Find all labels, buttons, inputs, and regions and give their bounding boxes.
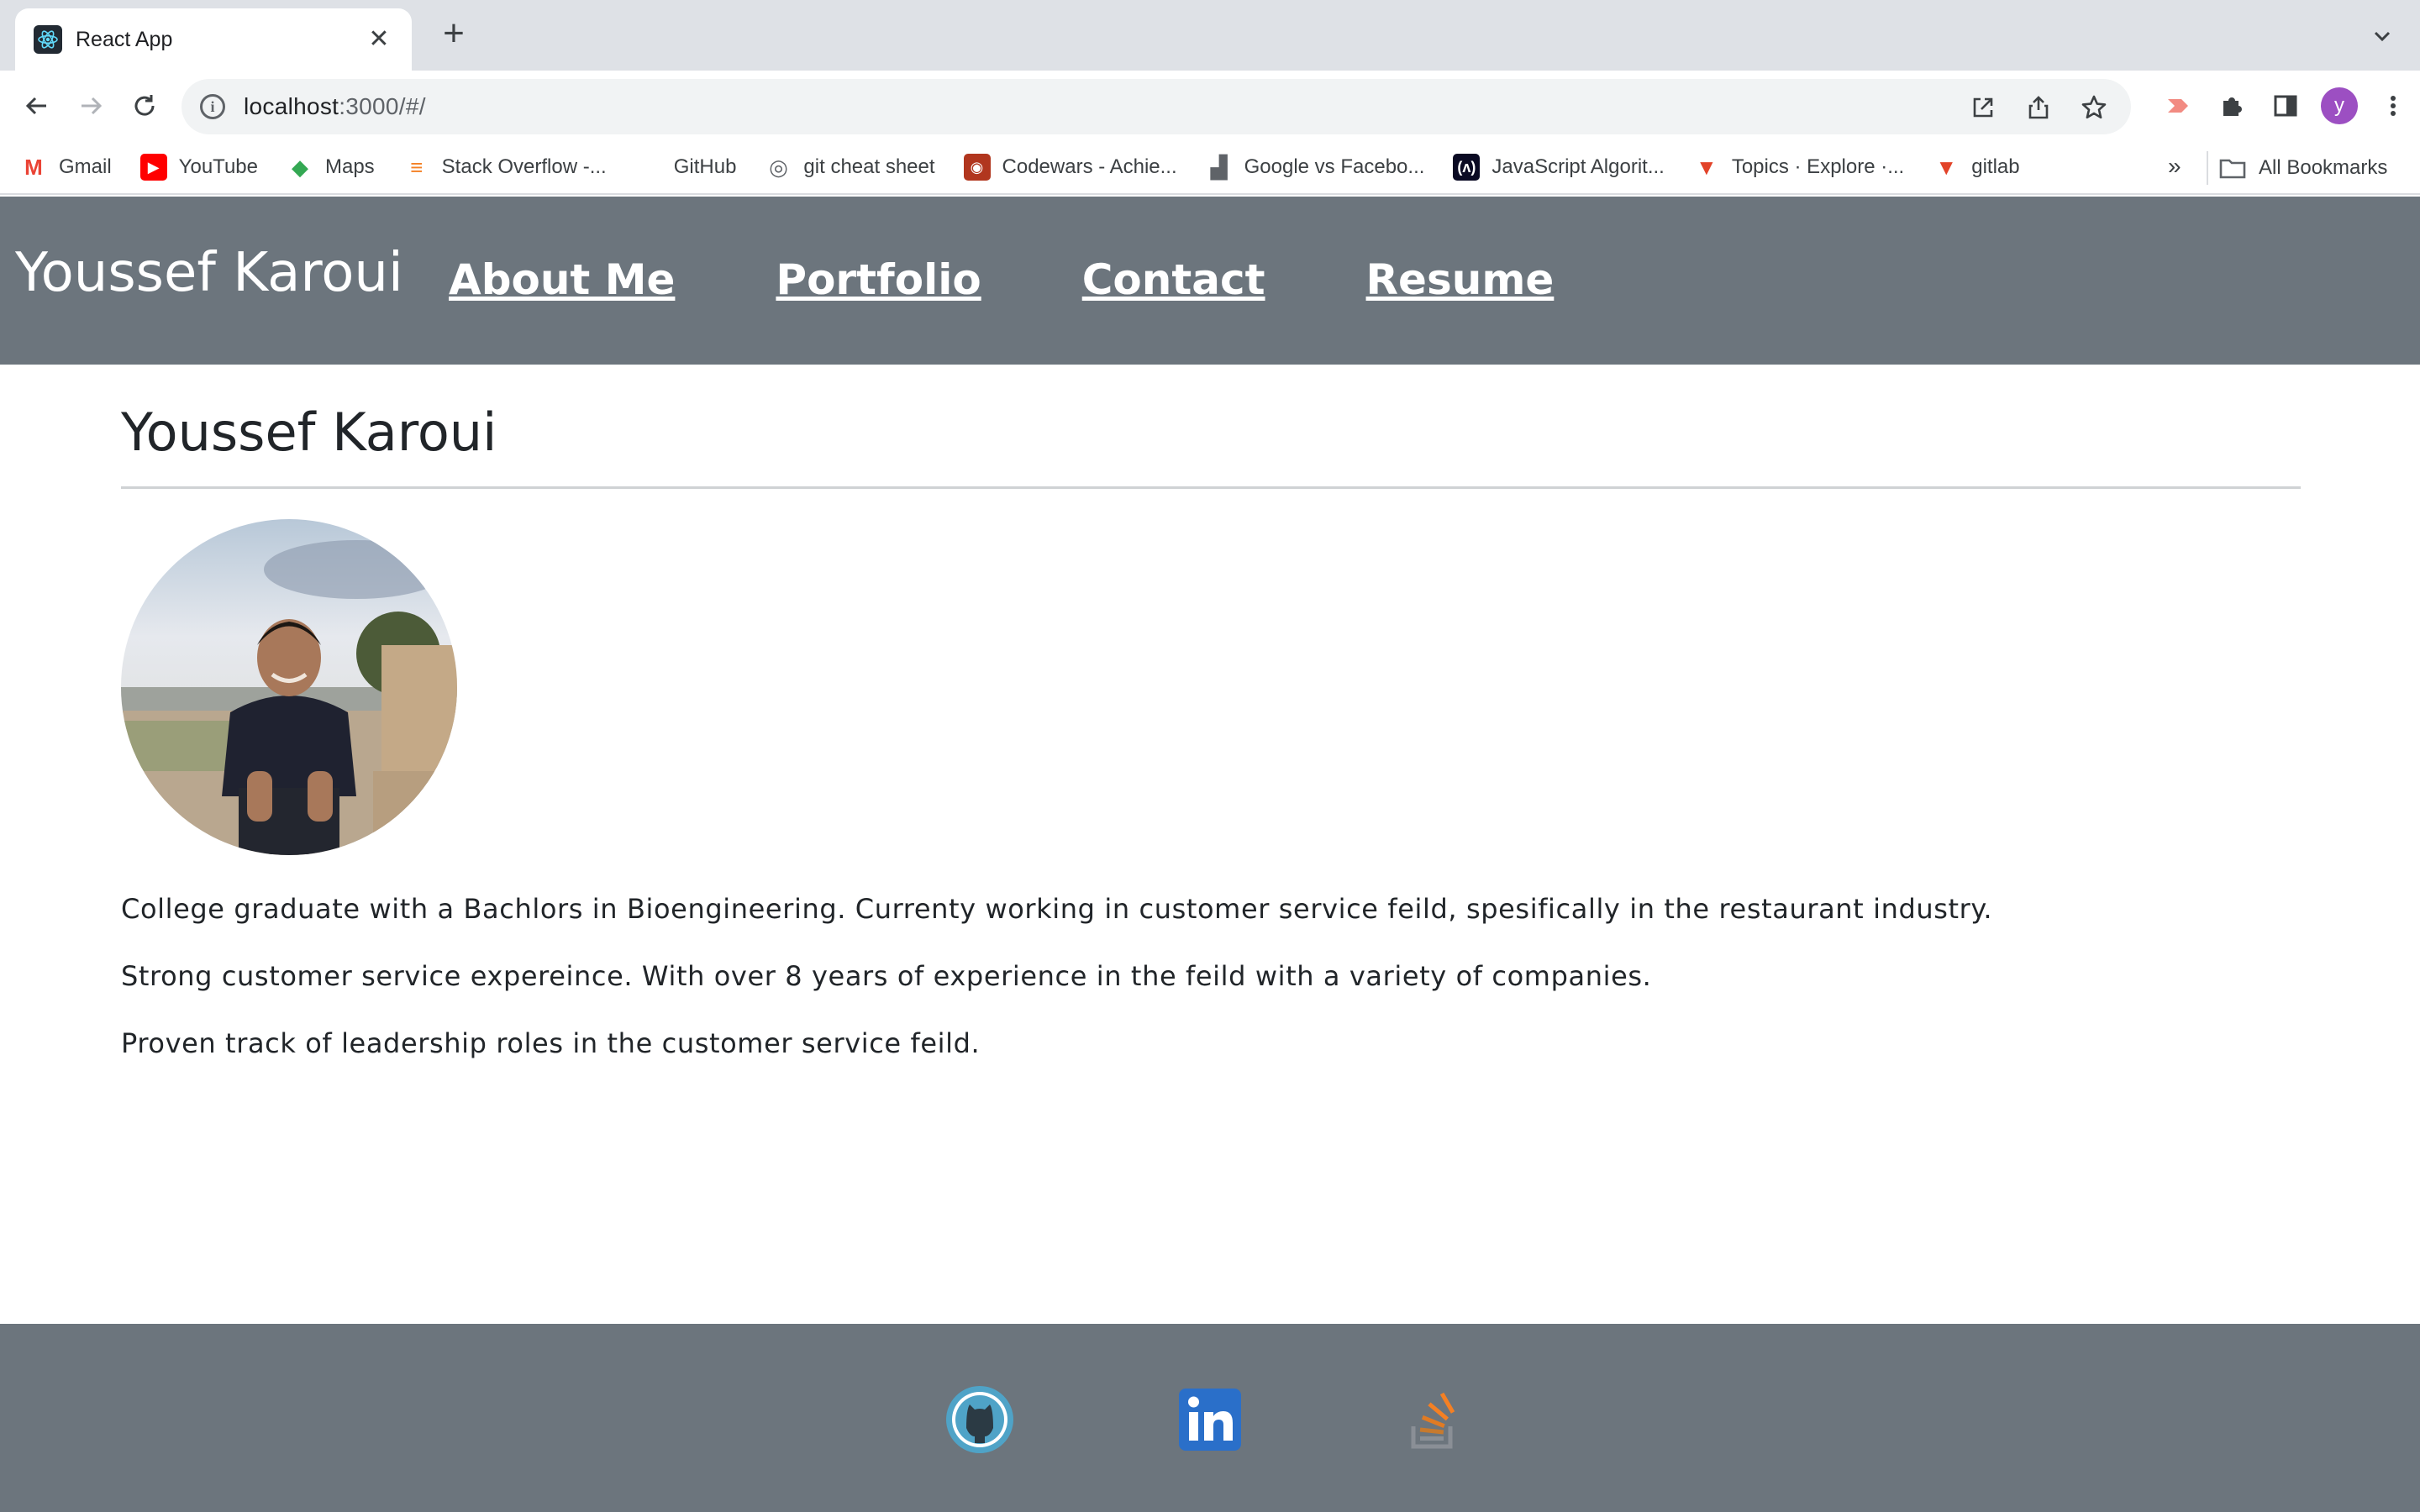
bookmarks-overflow-button[interactable]: » (2168, 153, 2181, 180)
url-text: localhost:3000/#/ (244, 93, 426, 120)
bookmark-label: Stack Overflow -... (441, 155, 607, 178)
url-path: :3000/#/ (339, 93, 426, 119)
bookmark-label: Gmail (59, 155, 112, 178)
bookmark-item[interactable]: ▶ YouTube (139, 154, 258, 181)
gitlab-icon: ▼ (1695, 154, 1718, 180)
title-divider (121, 486, 2301, 489)
all-bookmarks-label: All Bookmarks (2259, 156, 2388, 179)
codewars-icon: ◉ (963, 154, 991, 181)
page-title: Youssef Karoui (121, 402, 497, 463)
all-bookmarks-button[interactable]: All Bookmarks (2218, 141, 2387, 195)
bio: College graduate with a Bachlors in Bioe… (121, 875, 2301, 1077)
github-icon[interactable] (944, 1384, 1015, 1455)
linkedin-icon[interactable] (1175, 1384, 1245, 1455)
extension-cast-icon[interactable] (2151, 79, 2205, 133)
bookmarks-bar: M Gmail ▶ YouTube ◆ Maps ≡ Stack Overflow -... G… (0, 141, 2420, 195)
bookmark-label: git cheat sheet (803, 155, 935, 178)
bookmark-item[interactable]: (ʌ) JavaScript Algorit... (1453, 154, 1665, 181)
forward-icon[interactable] (71, 86, 111, 126)
site-header: Youssef Karoui About Me Portfolio Contac… (0, 197, 2420, 365)
chevron-down-icon[interactable] (2368, 22, 2396, 50)
gmail-icon: M (24, 154, 43, 180)
close-icon[interactable]: ✕ (365, 25, 393, 54)
reload-icon[interactable] (124, 86, 165, 126)
bookmark-item[interactable]: ◉ Codewars - Achie... (963, 154, 1177, 181)
address-bar[interactable]: i localhost:3000/#/ (182, 79, 2131, 134)
bio-paragraph: College graduate with a Bachlors in Bioe… (121, 893, 1993, 925)
bookmark-label: Maps (324, 155, 375, 178)
stackoverflow-icon[interactable] (1400, 1384, 1470, 1455)
chart-icon: ▟ (1210, 154, 1228, 180)
nav-portfolio[interactable]: Portfolio (776, 255, 981, 304)
bookmark-item[interactable]: ◆ Maps (287, 154, 375, 181)
main-content: Youssef Karoui College graduate with a B… (121, 365, 2301, 1077)
tab-strip: React App ✕ + (0, 0, 2420, 71)
bookmark-item[interactable]: ▟ Google vs Facebo... (1206, 154, 1425, 181)
bookmarks-divider (2207, 151, 2208, 185)
star-icon[interactable] (2075, 89, 2112, 126)
bio-paragraph: Strong customer service expereince. With… (121, 960, 1652, 992)
tab-react-app[interactable]: React App ✕ (15, 8, 412, 71)
site-footer (0, 1324, 2420, 1512)
browser-toolbar: i localhost:3000/#/ y (0, 71, 2420, 141)
bio-paragraph: Proven track of leadership roles in the … (121, 1027, 981, 1059)
bookmark-label: Topics · Explore ·... (1731, 155, 1905, 178)
youtube-icon: ▶ (139, 154, 167, 181)
bookmark-label: gitlab (1971, 155, 2020, 178)
bookmark-item[interactable]: ▼ Topics · Explore ·... (1693, 154, 1904, 181)
url-host: localhost (244, 93, 339, 119)
share-icon[interactable] (2020, 89, 2057, 126)
extensions-puzzle-icon[interactable] (2205, 79, 2259, 133)
profile-photo (121, 519, 457, 855)
bookmark-item[interactable]: ◎ git cheat sheet (765, 154, 934, 181)
bookmark-item[interactable]: ≡ Stack Overflow -... (403, 154, 607, 181)
nav-resume[interactable]: Resume (1366, 255, 1555, 304)
back-icon[interactable] (17, 86, 57, 126)
profile-avatar[interactable]: y (2321, 87, 2358, 124)
bookmark-label: YouTube (178, 155, 258, 178)
bookmark-item[interactable]: GitHub (635, 154, 737, 181)
tab-title: React App (76, 27, 173, 51)
bookmark-label: GitHub (673, 155, 737, 178)
stackoverflow-icon: ≡ (410, 154, 424, 180)
bookmark-item[interactable]: M Gmail (20, 154, 112, 181)
nav-about-me[interactable]: About Me (449, 255, 675, 304)
folder-icon (2219, 159, 2246, 179)
nav-contact[interactable]: Contact (1082, 255, 1265, 304)
blank-favicon (635, 154, 662, 181)
freecodecamp-icon: (ʌ) (1453, 154, 1481, 181)
bookmark-label: Google vs Facebo... (1244, 155, 1425, 178)
bookmark-label: Codewars - Achie... (1002, 155, 1177, 178)
globe-icon: ◎ (769, 154, 788, 180)
side-panel-icon[interactable] (2259, 79, 2312, 133)
site-nav: About Me Portfolio Contact Resume (449, 255, 1655, 304)
bookmark-label: JavaScript Algorit... (1491, 155, 1665, 178)
maps-icon: ◆ (291, 154, 308, 180)
open-in-new-icon[interactable] (1965, 89, 2002, 126)
bookmark-item[interactable]: ▼ gitlab (1933, 154, 2019, 181)
new-tab-button[interactable]: + (435, 15, 472, 54)
gitlab-icon: ▼ (1935, 154, 1958, 180)
react-icon (34, 25, 62, 54)
site-brand[interactable]: Youssef Karoui (15, 242, 403, 304)
menu-kebab-icon[interactable] (2366, 79, 2420, 133)
site-info-icon[interactable]: i (200, 94, 225, 119)
